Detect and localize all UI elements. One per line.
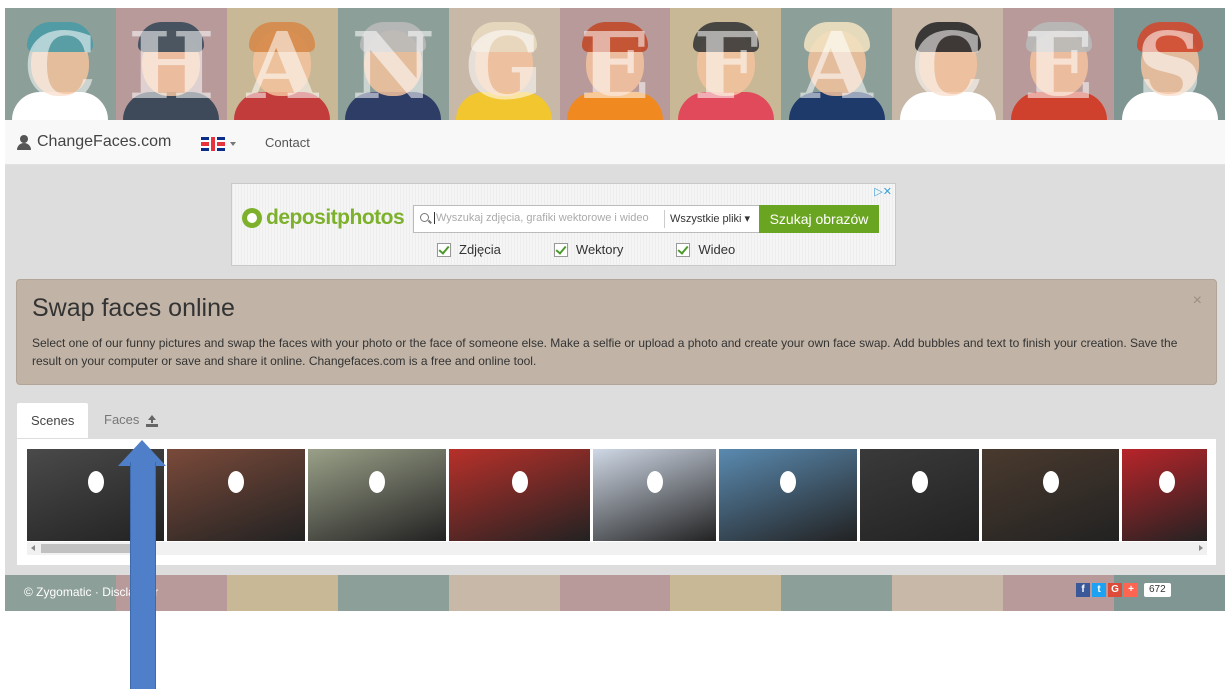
ad-choices-icon[interactable]: ▷✕ (874, 185, 892, 198)
scene-thumbnail[interactable] (593, 449, 716, 541)
face-placeholder (780, 471, 796, 493)
annotation-arrow (130, 462, 156, 689)
checkbox-photos[interactable]: Zdjęcia (437, 242, 501, 257)
depositphotos-logo-icon (242, 208, 262, 228)
checkbox-checked-icon[interactable] (553, 242, 568, 257)
scene-thumbnail[interactable] (167, 449, 305, 541)
navbar: ChangeFaces.com Contact (5, 120, 1225, 165)
footer-color-block (559, 575, 671, 611)
checkbox-checked-icon[interactable] (437, 242, 451, 257)
checkbox-video[interactable]: Wideo (676, 242, 735, 257)
checkbox-label: Wektory (575, 242, 624, 257)
close-icon[interactable]: × (1193, 292, 1202, 310)
banner-letter: A (801, 12, 873, 120)
divider (664, 210, 665, 228)
scene-thumbnail[interactable] (982, 449, 1119, 541)
social-share: f t G + 672 (1076, 583, 1171, 597)
depositphotos-logo-text: depositphotos (266, 206, 405, 229)
contact-link[interactable]: Contact (265, 135, 310, 150)
banner-tile: E (559, 8, 671, 120)
banner-letter: N (351, 12, 436, 120)
depositphotos-logo[interactable]: depositphotos (242, 206, 405, 230)
search-icon (420, 213, 429, 222)
banner-tile: C (892, 8, 1004, 120)
face-placeholder (646, 471, 663, 493)
checkbox-label: Zdjęcia (459, 242, 501, 257)
brand-label: ChangeFaces.com (37, 133, 172, 150)
share-count: 672 (1144, 583, 1171, 597)
addthis-icon[interactable]: + (1124, 583, 1138, 597)
intro-text: Select one of our funny pictures and swa… (32, 336, 1178, 368)
ad-checkbox-group: Zdjęcia Wektory Wideo (437, 242, 788, 257)
facebook-icon[interactable]: f (1076, 583, 1090, 597)
banner-letter: C (23, 12, 98, 120)
banner-tile: A (781, 8, 893, 120)
footer-color-block (670, 575, 782, 611)
depositphotos-ad[interactable]: ▷✕ depositphotos Wyszukaj zdjęcia, grafi… (231, 183, 896, 266)
face-placeholder (1042, 471, 1059, 493)
footer (5, 575, 1225, 611)
header-banner: CHANGEFACES (5, 8, 1225, 120)
user-icon (17, 134, 31, 150)
banner-letter: E (1023, 12, 1094, 120)
banner-tile: F (670, 8, 782, 120)
banner-letter: A (246, 12, 318, 120)
banner-letter: C (911, 12, 985, 120)
banner-tile: H (115, 8, 227, 120)
banner-letter: G (464, 12, 544, 120)
intro-alert: Swap faces online Select one of our funn… (16, 279, 1217, 385)
face-placeholder (511, 471, 528, 493)
chevron-down-icon[interactable] (230, 142, 236, 146)
scene-thumbnail[interactable] (1122, 449, 1207, 541)
brand-link[interactable]: ChangeFaces.com (17, 133, 171, 151)
banner-tile: G (448, 8, 560, 120)
banner-letter: F (693, 12, 759, 120)
footer-color-block (892, 575, 1004, 611)
checkbox-label: Wideo (698, 242, 736, 257)
checkbox-checked-icon[interactable] (676, 242, 691, 257)
banner-tile: N (337, 8, 449, 120)
tab-scenes[interactable]: Scenes (16, 402, 90, 441)
face-placeholder (228, 471, 244, 493)
ad-search-input[interactable]: Wyszukaj zdjęcia, grafiki wektorowe i wi… (413, 205, 760, 233)
footer-color-block (448, 575, 560, 611)
banner-letter: E (579, 12, 651, 120)
banner-letter: S (1136, 12, 1203, 120)
banner-tile: C (5, 8, 116, 120)
face-placeholder (911, 471, 928, 493)
footer-color-block (226, 575, 338, 611)
footer-color-block (781, 575, 893, 611)
scene-thumbnail[interactable] (308, 449, 446, 541)
horizontal-scrollbar[interactable] (27, 542, 1207, 555)
scene-thumbnail[interactable] (719, 449, 857, 541)
footer-color-block (337, 575, 449, 611)
scene-thumbnail-strip (27, 449, 1207, 541)
face-placeholder (369, 471, 385, 493)
banner-letter: H (127, 12, 215, 120)
banner-tile: A (226, 8, 338, 120)
scenes-panel (16, 438, 1217, 566)
uk-flag-icon[interactable] (201, 137, 225, 151)
ad-search-button[interactable]: Szukaj obrazów (759, 205, 879, 233)
upload-icon (146, 414, 159, 427)
face-placeholder (1159, 471, 1175, 493)
ad-filter-select[interactable]: Wszystkie pliki ▾ (670, 212, 750, 225)
face-placeholder (87, 471, 104, 493)
tab-faces-label: Faces (104, 412, 140, 427)
banner-tile: S (1114, 8, 1225, 120)
page-title: Swap faces online (32, 294, 235, 322)
tab-faces[interactable]: Faces (90, 402, 172, 438)
scene-thumbnail[interactable] (449, 449, 590, 541)
banner-tile: E (1003, 8, 1115, 120)
google-plus-icon[interactable]: G (1108, 583, 1122, 597)
checkbox-vectors[interactable]: Wektory (553, 242, 624, 257)
scroll-right-icon[interactable] (1199, 545, 1203, 551)
scroll-left-icon[interactable] (31, 545, 35, 551)
scene-thumbnail[interactable] (860, 449, 979, 541)
twitter-icon[interactable]: t (1092, 583, 1106, 597)
ad-search-placeholder: Wyszukaj zdjęcia, grafiki wektorowe i wi… (434, 212, 649, 224)
